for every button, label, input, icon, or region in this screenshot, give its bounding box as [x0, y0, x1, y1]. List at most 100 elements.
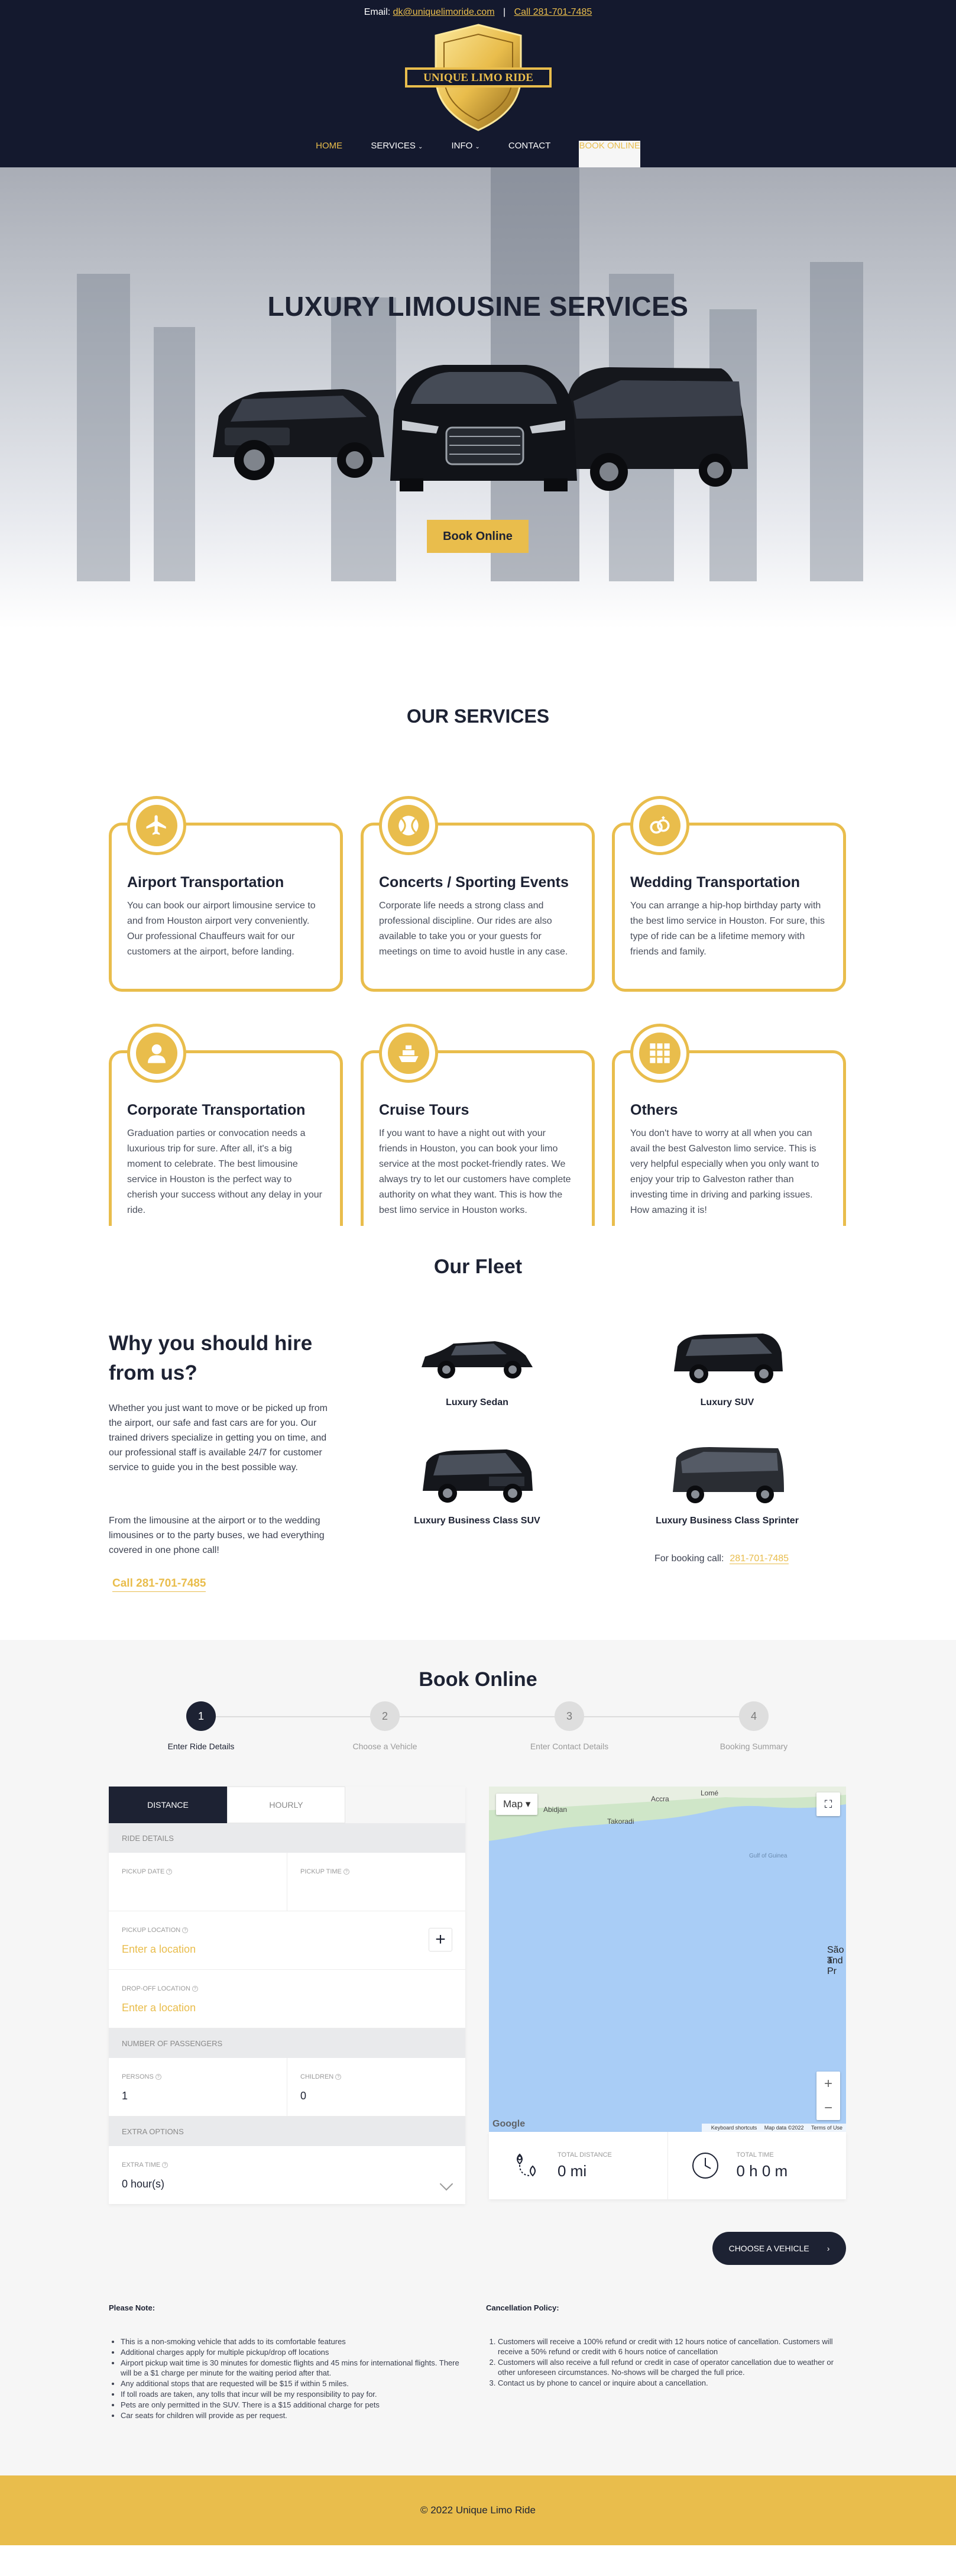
fleet-call-link[interactable]: Call 281-701-7485	[112, 1577, 206, 1592]
hero-section: LUXURY LIMOUSINE SERVICES Book Online	[0, 167, 956, 629]
services-title: OUR SERVICES	[406, 706, 550, 727]
route-totals: TOTAL DISTANCE 0 mi TOTAL TIME 0 h 0 m	[489, 2132, 846, 2199]
ship-icon	[398, 1045, 419, 1062]
service-title: Wedding Transportation	[630, 874, 801, 891]
service-card-others[interactable]: Others You don't have to worry at all wh…	[612, 1024, 846, 1249]
fleet-item-suv[interactable]: Luxury SUV	[633, 1321, 822, 1408]
pickup-location-input[interactable]: Enter a location	[122, 1943, 452, 1956]
ball-icon	[398, 815, 419, 836]
book-online-title: Book Online	[419, 1668, 537, 1691]
cancellation-item: Contact us by phone to cancel or inquire…	[498, 2378, 847, 2388]
service-description: You can book our airport limousine servi…	[127, 901, 316, 957]
call-link[interactable]: Call 281-701-7485	[514, 7, 592, 17]
add-waypoint-button[interactable]: +	[429, 1928, 452, 1952]
service-description: Graduation parties or convocation needs …	[127, 1128, 322, 1215]
persons-input[interactable]: 1	[122, 2090, 274, 2102]
steps-progress-line	[201, 1716, 754, 1717]
map-city-label: Abidjan	[543, 1805, 568, 1814]
children-field[interactable]: CHILDREN? 0	[287, 2058, 465, 2116]
step-enter-contact-details[interactable]: 3 Enter Contact Details	[504, 1701, 634, 1751]
nav-services[interactable]: SERVICES ⌄	[371, 141, 423, 151]
note-item: This is a non-smoking vehicle that adds …	[121, 2336, 462, 2347]
total-time-value: 0 h 0 m	[736, 2161, 788, 2180]
nav-home[interactable]: HOME	[316, 141, 342, 151]
step-number: 2	[370, 1701, 400, 1731]
unique-limo-ride-logo[interactable]: UNIQUE LIMO RIDE	[405, 22, 552, 132]
terms-of-use-link[interactable]: Terms of Use	[811, 2125, 842, 2131]
step-label: Enter Ride Details	[167, 1742, 235, 1751]
route-map[interactable]: Accra Lomé Abidjan Takoradi Gulf of Guin…	[489, 1787, 846, 2132]
service-card-airport[interactable]: Airport Transportation You can book our …	[109, 796, 343, 992]
service-card-wedding[interactable]: Wedding Transportation You can arrange a…	[612, 796, 846, 992]
zoom-out-button[interactable]: −	[816, 2096, 840, 2120]
zoom-in-button[interactable]: +	[816, 2072, 840, 2096]
map-type-button[interactable]: Map ▾	[496, 1794, 538, 1815]
fullscreen-icon[interactable]: ⛶	[816, 1792, 840, 1816]
keyboard-shortcuts-link[interactable]: Keyboard shortcuts	[711, 2125, 757, 2131]
passengers-header: NUMBER OF PASSENGERS	[109, 2028, 465, 2058]
help-icon: ?	[155, 2074, 161, 2080]
choose-vehicle-button[interactable]: CHOOSE A VEHICLE ›	[712, 2232, 846, 2265]
booking-call-label: For booking call:	[654, 1554, 724, 1564]
book-online-section: Book Online 1 Enter Ride Details 2 Choos…	[0, 1640, 956, 2475]
hero-book-online-button[interactable]: Book Online	[427, 520, 529, 553]
help-icon: ?	[182, 1927, 189, 1933]
extra-options-header: EXTRA OPTIONS	[109, 2117, 465, 2146]
svg-text:UNIQUE LIMO RIDE: UNIQUE LIMO RIDE	[423, 72, 533, 84]
booking-phone-link[interactable]: 281-701-7485	[730, 1554, 789, 1564]
extra-time-select[interactable]: 0 hour(s)	[122, 2178, 452, 2190]
nav-contact[interactable]: CONTACT	[508, 141, 550, 151]
service-card-cruise[interactable]: Cruise Tours If you want to have a night…	[361, 1024, 595, 1249]
dropoff-location-field[interactable]: DROP-OFF LOCATION? Enter a location	[109, 1970, 465, 2028]
step-booking-summary[interactable]: 4 Booking Summary	[689, 1701, 819, 1751]
topbar-separator: |	[503, 7, 506, 17]
pickup-date-field[interactable]: PICKUP DATE?	[109, 1853, 287, 1911]
suv-image	[674, 1334, 783, 1383]
note-item: Car seats for children will provide as p…	[121, 2410, 462, 2420]
pickup-date-label: PICKUP DATE?	[122, 1868, 173, 1875]
fleet-item-business-suv[interactable]: Luxury Business Class SUV	[383, 1439, 572, 1526]
pickup-time-label: PICKUP TIME?	[300, 1868, 349, 1875]
business-suv-image	[423, 1449, 533, 1503]
step-label: Enter Contact Details	[530, 1742, 609, 1751]
cancellation-item: Customers will also receive a full refun…	[498, 2357, 847, 2377]
service-description: Corporate life needs a strong class and …	[379, 901, 568, 957]
nav-info-label: INFO	[451, 141, 473, 151]
dropoff-location-input[interactable]: Enter a location	[122, 2002, 452, 2014]
note-item: If toll roads are taken, any tolls that …	[121, 2389, 462, 2399]
tab-hourly[interactable]: HOURLY	[227, 1787, 345, 1823]
persons-field[interactable]: PERSONS? 1	[109, 2058, 287, 2116]
extra-time-field[interactable]: EXTRA TIME? 0 hour(s)	[109, 2146, 465, 2204]
grid-icon	[650, 1043, 670, 1063]
fleet-vehicle-name: Luxury Business Class SUV	[414, 1516, 540, 1526]
services-section: OUR SERVICES Airport Transportation You …	[0, 629, 956, 1249]
tab-distance[interactable]: DISTANCE	[109, 1787, 227, 1823]
children-input[interactable]: 0	[300, 2090, 452, 2102]
fleet-vehicle-name: Luxury Sedan	[446, 1397, 508, 1407]
nav-contact-label: CONTACT	[508, 141, 551, 151]
fleet-item-sedan[interactable]: Luxury Sedan	[383, 1321, 572, 1408]
cancellation-policy-list: Customers will receive a 100% refund or …	[498, 2336, 847, 2389]
airplane-icon	[146, 815, 166, 835]
step-choose-vehicle[interactable]: 2 Choose a Vehicle	[320, 1701, 450, 1751]
total-distance-label: TOTAL DISTANCE	[558, 2151, 612, 2158]
email-link[interactable]: dk@uniquelimoride.com	[393, 7, 495, 17]
person-icon	[148, 1044, 166, 1063]
map-attribution: Keyboard shortcuts Map data ©2022 Terms …	[701, 2124, 846, 2132]
map-city-label: Lomé	[701, 1789, 719, 1797]
fleet-title: Our Fleet	[433, 1255, 523, 1278]
map-data-label: Map data ©2022	[764, 2125, 804, 2131]
note-item: Any additional stops that are requested …	[121, 2378, 462, 2389]
fleet-item-sprinter[interactable]: Luxury Business Class Sprinter	[633, 1439, 822, 1526]
pickup-location-field[interactable]: PICKUP LOCATION? Enter a location +	[109, 1911, 465, 1969]
nav-info[interactable]: INFO ⌄	[452, 141, 480, 151]
service-card-concerts[interactable]: Concerts / Sporting Events Corporate lif…	[361, 796, 595, 992]
pickup-time-field[interactable]: PICKUP TIME?	[287, 1853, 465, 1911]
step-enter-ride-details[interactable]: 1 Enter Ride Details	[136, 1701, 266, 1751]
service-badge	[630, 1024, 689, 1083]
service-card-corporate[interactable]: Corporate Transportation Graduation part…	[109, 1024, 343, 1249]
pickup-location-label: PICKUP LOCATION?	[122, 1927, 189, 1934]
wedding-rings-icon	[650, 815, 670, 834]
map-city-label: Takoradi	[607, 1817, 634, 1826]
service-description: If you want to have a night out with you…	[379, 1128, 571, 1215]
